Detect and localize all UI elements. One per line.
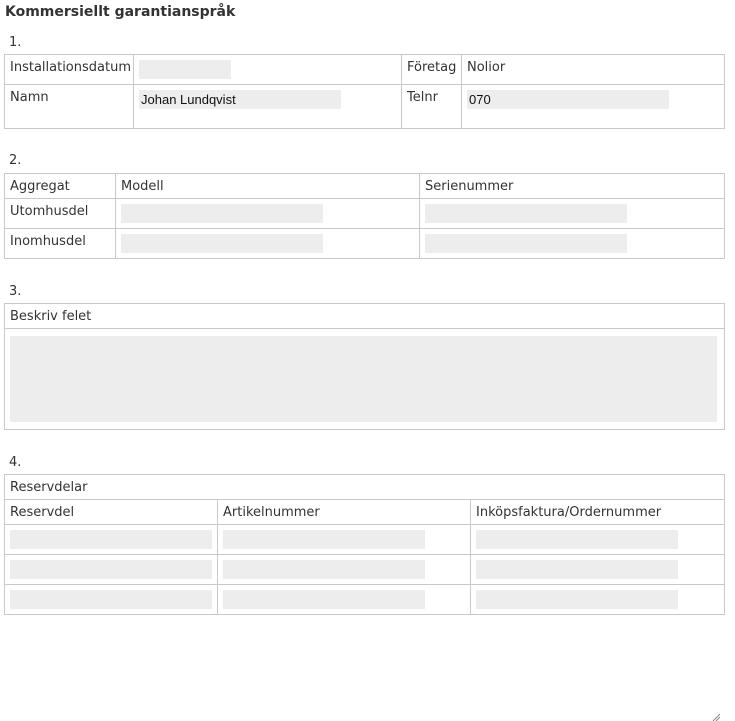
outdoor-model-input[interactable] [121,204,323,223]
table-header-row: Reservdelar [4,474,725,500]
company-label: Företag [407,60,457,75]
phone-label-cell: Telnr [401,84,462,129]
outdoor-serial-cell [419,198,725,229]
fault-description-table: Beskriv felet [4,303,725,721]
phone-input[interactable] [467,90,669,109]
name-cell [133,84,402,129]
company-label-cell: Företag [401,54,462,85]
installation-date-cell [133,54,402,85]
invoice-cell [470,524,725,555]
table-row: Inomhusdel [4,228,725,259]
section-number-1: 1. [9,35,22,50]
description-cell [4,328,725,721]
installation-date-label-cell: Installationsdatum [4,54,134,85]
invoice-order-input-2[interactable] [476,560,678,579]
phone-cell [461,84,725,129]
header-model-cell: Modell [115,173,420,199]
description-label-cell: Beskriv felet [4,303,725,329]
part-cell [4,524,218,555]
name-label-cell: Namn [4,84,134,129]
indoor-model-input[interactable] [121,234,323,253]
row-label-outdoor-unit: Utomhusdel [10,204,89,219]
table-row [4,524,725,555]
page-title: Kommersiellt garantianspråk [5,4,236,20]
table-row [4,584,725,615]
column-header-serial: Serienummer [425,179,514,194]
part-input-2[interactable] [10,560,212,579]
table-row [4,554,725,585]
column-header-article-number: Artikelnummer [223,505,320,520]
header-serial-cell: Serienummer [419,173,725,199]
table-header-row: Reservdel Artikelnummer Inköpsfaktura/Or… [4,499,725,525]
company-cell: Nolior [461,54,725,85]
spare-parts-table: Reservdelar Reservdel Artikelnummer Inkö… [4,474,725,615]
header-part-cell: Reservdel [4,499,218,525]
table-row: Utomhusdel [4,198,725,229]
indoor-model-cell [115,228,420,259]
header-invoice-cell: Inköpsfaktura/Ordernummer [470,499,725,525]
outdoor-model-cell [115,198,420,229]
installation-date-label: Installationsdatum [10,60,131,75]
row-label-cell: Inomhusdel [4,228,116,259]
part-cell [4,554,218,585]
article-cell [217,524,471,555]
table-header-row: Beskriv felet [4,303,725,329]
table-row: Installationsdatum Företag Nolior [4,54,725,85]
header-aggregate-cell: Aggregat [4,173,116,199]
article-number-input-3[interactable] [223,590,425,609]
section-number-4: 4. [9,455,22,470]
section-number-3: 3. [9,284,22,299]
name-label: Namn [10,90,49,105]
article-cell [217,554,471,585]
table-row: Namn Telnr [4,84,725,129]
column-header-invoice-order-number: Inköpsfaktura/Ordernummer [476,505,662,520]
indoor-serial-cell [419,228,725,259]
description-label: Beskriv felet [10,309,92,324]
header-article-cell: Artikelnummer [217,499,471,525]
invoice-order-input-1[interactable] [476,530,678,549]
article-cell [217,584,471,615]
invoice-order-input-3[interactable] [476,590,678,609]
customer-info-table: Installationsdatum Företag Nolior Namn T… [4,54,725,129]
row-label-indoor-unit: Inomhusdel [10,234,86,249]
name-input[interactable] [139,90,341,109]
section-number-2: 2. [9,153,22,168]
table-header-row: Aggregat Modell Serienummer [4,173,725,199]
part-input-3[interactable] [10,590,212,609]
units-table: Aggregat Modell Serienummer Utomhusdel I… [4,173,725,259]
article-number-input-1[interactable] [223,530,425,549]
invoice-cell [470,584,725,615]
article-number-input-2[interactable] [223,560,425,579]
column-header-model: Modell [121,179,164,194]
installation-date-input[interactable] [139,60,231,79]
spare-parts-title: Reservdelar [10,480,88,495]
invoice-cell [470,554,725,585]
company-value: Nolior [467,60,506,75]
outdoor-serial-input[interactable] [425,204,627,223]
description-textarea[interactable] [10,336,717,422]
part-input-1[interactable] [10,530,212,549]
spare-parts-title-cell: Reservdelar [4,474,725,500]
phone-label: Telnr [407,90,438,105]
column-header-aggregate: Aggregat [10,179,70,194]
row-label-cell: Utomhusdel [4,198,116,229]
part-cell [4,584,218,615]
table-row [4,328,725,721]
indoor-serial-input[interactable] [425,234,627,253]
column-header-part: Reservdel [10,505,75,520]
